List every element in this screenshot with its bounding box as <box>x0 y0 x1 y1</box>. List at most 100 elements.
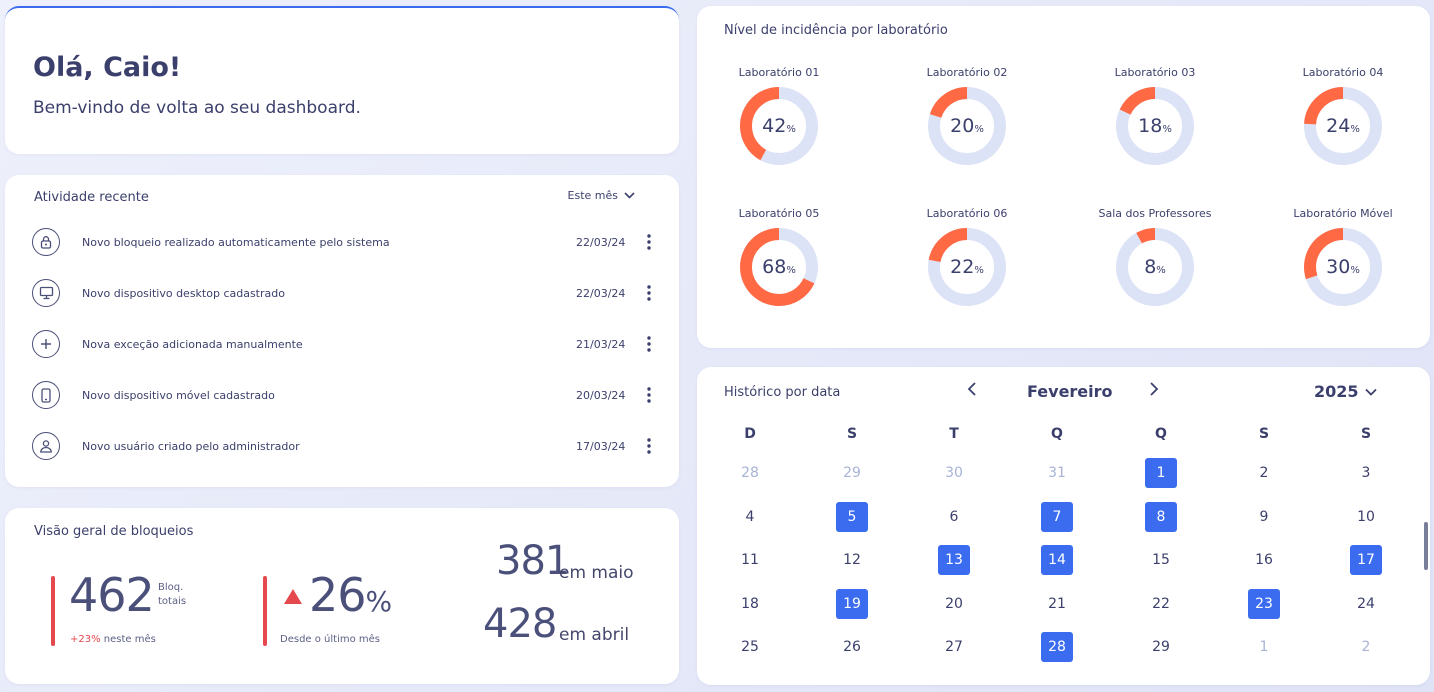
calendar-day[interactable]: 28 <box>734 458 766 488</box>
more-options-icon[interactable] <box>636 387 662 403</box>
calendar-day[interactable]: 4 <box>734 502 766 532</box>
calendar-day[interactable]: 29 <box>836 458 868 488</box>
accent-bar <box>51 576 55 646</box>
more-options-icon[interactable] <box>636 336 662 352</box>
calendar-day[interactable]: 30 <box>938 458 970 488</box>
donut-percent: 22 <box>950 256 975 278</box>
activity-item[interactable]: Novo usuário criado pelo administrador 1… <box>32 431 662 461</box>
calendar-day[interactable]: 20 <box>938 589 970 619</box>
calendar-day-highlighted[interactable]: 7 <box>1041 501 1073 532</box>
activity-text: Novo usuário criado pelo administrador <box>82 439 300 453</box>
growth-label: Desde o último mês <box>280 634 380 645</box>
calendar-day[interactable]: 3 <box>1350 458 1382 488</box>
more-options-icon[interactable] <box>636 285 662 301</box>
calendar-day[interactable]: 6 <box>938 502 970 532</box>
donut-chart: 24% <box>1302 85 1384 167</box>
activity-item[interactable]: Novo bloqueio realizado automaticamente … <box>32 227 662 257</box>
calendar-day[interactable]: 31 <box>1041 458 1073 488</box>
donut-value: 24% <box>1302 85 1384 167</box>
calendar-day-highlighted[interactable]: 28 <box>1041 632 1073 662</box>
year-label: 2025 <box>1314 382 1359 401</box>
calendar-day[interactable]: 24 <box>1350 589 1382 619</box>
calendar-day[interactable]: 11 <box>734 545 766 575</box>
calendar-day[interactable]: 22 <box>1145 589 1177 619</box>
calendar-title: Histórico por data <box>724 385 841 400</box>
total-change-suffix: neste mês <box>103 634 156 645</box>
activity-item[interactable]: Novo dispositivo desktop cadastrado 22/0… <box>32 278 662 308</box>
calendar-day[interactable]: 2 <box>1248 458 1280 488</box>
calendar-day[interactable]: 12 <box>836 545 868 575</box>
lab-donut-item: Laboratório Móvel 30% <box>1283 207 1403 308</box>
donut-percent: 8 <box>1144 256 1157 278</box>
calendar-day[interactable]: 21 <box>1041 589 1073 619</box>
donut-value: 42% <box>738 85 820 167</box>
percent-sign: % <box>974 123 984 135</box>
calendar-day[interactable]: 16 <box>1248 545 1280 575</box>
donut-percent: 24 <box>1326 115 1351 137</box>
calendar-day[interactable]: 26 <box>836 632 868 662</box>
plus-icon <box>32 330 60 358</box>
prev-month-button[interactable] <box>967 381 977 402</box>
calendar-day[interactable]: 2 <box>1350 632 1382 662</box>
lab-donut-item: Laboratório 03 18% <box>1095 66 1215 167</box>
calendar-day[interactable]: 29 <box>1145 632 1177 662</box>
calendar-day-highlighted[interactable]: 5 <box>836 501 868 532</box>
lab-name: Laboratório 01 <box>738 66 820 79</box>
activity-item[interactable]: Nova exceção adicionada manualmente 21/0… <box>32 329 662 359</box>
greeting-title: Olá, Caio! <box>33 52 182 83</box>
more-options-icon[interactable] <box>636 438 662 454</box>
period-filter-dropdown[interactable]: Este mês <box>568 189 635 202</box>
donut-chart: 8% <box>1114 226 1196 308</box>
donut-value: 30% <box>1302 226 1384 308</box>
mobile-icon <box>32 381 60 409</box>
donut-value: 68% <box>738 226 820 308</box>
total-blocks-label-2: totais <box>158 596 187 607</box>
calendar-day[interactable]: 9 <box>1248 502 1280 532</box>
month-label: Fevereiro <box>1027 382 1113 401</box>
lab-name: Laboratório 03 <box>1114 66 1196 79</box>
donut-chart: 30% <box>1302 226 1384 308</box>
total-change-value: +23% <box>70 634 101 645</box>
lab-incidence-card: Nível de incidência por laboratório Labo… <box>697 6 1430 348</box>
calendar-day-highlighted[interactable]: 23 <box>1248 588 1280 619</box>
activity-text: Novo bloqueio realizado automaticamente … <box>82 235 390 249</box>
recent-activity-card: Atividade recente Este mês Novo bloqueio… <box>5 175 679 487</box>
donut-chart: 68% <box>738 226 820 308</box>
growth-unit: % <box>365 585 393 618</box>
may-label: em maio <box>559 563 634 583</box>
calendar-day[interactable]: 1 <box>1248 632 1280 662</box>
weekday-header: S <box>1360 426 1372 442</box>
calendar-day[interactable]: 25 <box>734 632 766 662</box>
calendar-day-highlighted[interactable]: 14 <box>1041 545 1073 575</box>
weekday-header: S <box>1258 426 1270 442</box>
percent-sign: % <box>974 264 984 276</box>
calendar-day[interactable]: 10 <box>1350 502 1382 532</box>
calendar-day[interactable]: 15 <box>1145 545 1177 575</box>
lab-name: Laboratório 04 <box>1302 66 1384 79</box>
calendar-day-highlighted[interactable]: 1 <box>1145 458 1177 488</box>
percent-sign: % <box>1156 264 1166 276</box>
donut-percent: 42 <box>762 115 787 137</box>
page-scrollbar[interactable] <box>1424 522 1428 570</box>
next-month-button[interactable] <box>1149 381 1159 402</box>
calendar-day-highlighted[interactable]: 17 <box>1350 545 1382 575</box>
lab-donut-item: Laboratório 05 68% <box>719 207 839 308</box>
april-value: 428 <box>483 601 557 647</box>
calendar-day[interactable]: 27 <box>938 632 970 662</box>
desktop-icon <box>32 279 60 307</box>
percent-sign: % <box>786 123 796 135</box>
activity-item[interactable]: Novo dispositivo móvel cadastrado 20/03/… <box>32 380 662 410</box>
lab-donut-item: Laboratório 02 20% <box>907 66 1027 167</box>
calendar-day-highlighted[interactable]: 19 <box>836 588 868 619</box>
donut-percent: 18 <box>1138 115 1163 137</box>
growth-value-block: 26% <box>309 568 393 622</box>
activity-title: Atividade recente <box>34 190 149 205</box>
calendar-day-highlighted[interactable]: 8 <box>1145 501 1177 532</box>
calendar-day-highlighted[interactable]: 13 <box>938 545 970 575</box>
chevron-down-icon <box>624 192 635 199</box>
more-options-icon[interactable] <box>636 234 662 250</box>
calendar-day[interactable]: 18 <box>734 589 766 619</box>
year-dropdown[interactable]: 2025 <box>1314 382 1377 401</box>
lab-donut-item: Laboratório 01 42% <box>719 66 839 167</box>
percent-sign: % <box>1350 264 1360 276</box>
